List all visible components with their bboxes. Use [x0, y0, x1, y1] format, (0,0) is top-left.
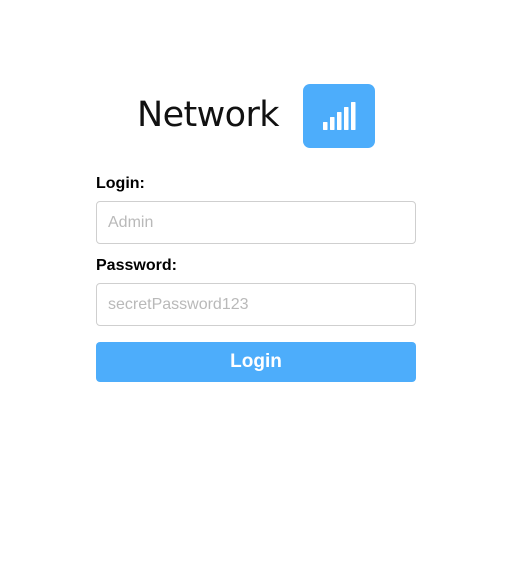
- brand-logo: Network: [137, 84, 375, 148]
- field-spacer: [96, 244, 416, 256]
- login-form: Login: Password: Login: [96, 174, 416, 382]
- login-input[interactable]: [96, 201, 416, 244]
- password-label: Password:: [96, 257, 177, 274]
- signal-bars-icon: [303, 84, 375, 148]
- brand-name: Network: [137, 94, 280, 135]
- password-input[interactable]: [96, 283, 416, 326]
- login-page: Network Login: Password: Login: [0, 0, 513, 561]
- login-button[interactable]: Login: [96, 342, 416, 382]
- login-label: Login:: [96, 175, 145, 192]
